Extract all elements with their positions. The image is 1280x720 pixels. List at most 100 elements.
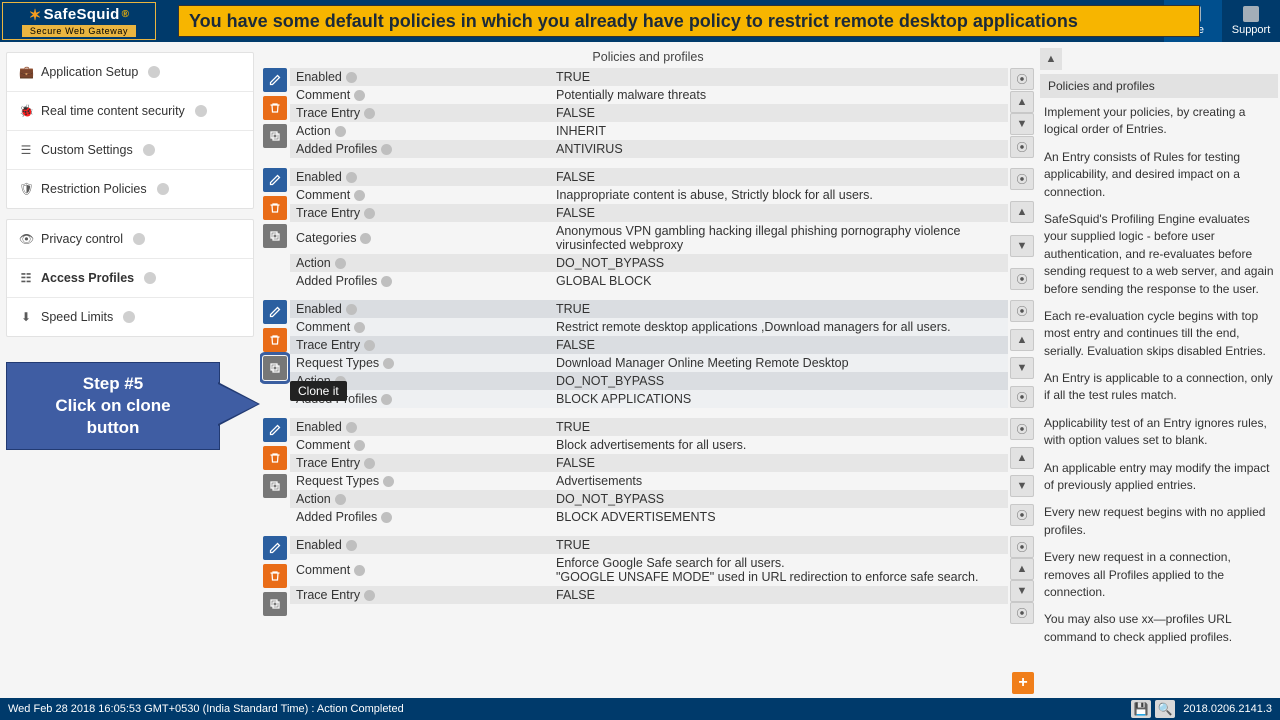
info-icon [335, 126, 346, 137]
sidebar-item-restriction-policies[interactable]: 🛡Restriction Policies [7, 169, 253, 208]
move-down-button[interactable]: ▼ [1010, 357, 1034, 379]
info-icon [346, 540, 357, 551]
row-value: TRUE [550, 536, 1008, 554]
table-row: Trace Entry FALSE [290, 586, 1008, 604]
row-value: Anonymous VPN gambling hacking illegal p… [550, 222, 1008, 254]
move-up-button[interactable]: ▲ [1010, 91, 1034, 113]
sidebar-item-application-setup[interactable]: 💼Application Setup [7, 53, 253, 91]
info-icon [364, 590, 375, 601]
help-paragraph: Every new request in a connection, remov… [1044, 549, 1274, 601]
row-label: Enabled [290, 536, 550, 554]
main: Policies and profiles Enabled TRUECommen… [260, 42, 1280, 698]
info-icon [157, 183, 169, 195]
briefcase-icon: 💼 [19, 65, 33, 79]
table-row: Trace Entry FALSE [290, 104, 1008, 122]
table-row: Request Types Download Manager Online Me… [290, 354, 1008, 372]
content: Policies and profiles Enabled TRUECommen… [260, 48, 1036, 698]
footer-version: 2018.0206.2141.3 [1183, 703, 1272, 715]
footer-save-button[interactable]: 💾 [1131, 700, 1151, 718]
move-down-button[interactable]: ▼ [1010, 113, 1034, 135]
delete-button[interactable] [263, 328, 287, 352]
move-up-button[interactable]: ▲ [1010, 447, 1034, 469]
entries-list: Enabled TRUEComment Potentially malware … [260, 68, 1036, 676]
row-value: FALSE [550, 204, 1008, 222]
move-top-button[interactable]: ⦿ [1010, 300, 1034, 322]
info-icon [123, 311, 135, 323]
sidebar-panel-1: 👁Privacy control ☷ Access Profiles ⬇Speed… [6, 219, 254, 337]
support-button[interactable]: Support [1222, 0, 1280, 42]
help-collapse-button[interactable]: ▲ [1040, 48, 1062, 70]
move-bottom-button[interactable]: ⦿ [1010, 268, 1034, 290]
move-bottom-button[interactable]: ⦿ [1010, 504, 1034, 526]
sidebar-item-privacy-control[interactable]: 👁Privacy control [7, 220, 253, 258]
info-icon [144, 272, 156, 284]
row-value: FALSE [550, 104, 1008, 122]
sidebar-item-custom-settings[interactable]: ☰Custom Settings [7, 130, 253, 169]
list-icon: ☷ [19, 271, 33, 285]
policy-entry: Enabled TRUEComment Enforce Google Safe … [260, 536, 1036, 624]
info-icon [335, 494, 346, 505]
row-label: Enabled [290, 168, 550, 186]
row-value: FALSE [550, 454, 1008, 472]
move-bottom-button[interactable]: ⦿ [1010, 602, 1034, 624]
add-entry-button[interactable]: + [1012, 672, 1034, 694]
table-row: Enabled TRUE [290, 536, 1008, 554]
move-up-button[interactable]: ▲ [1010, 201, 1034, 223]
delete-button[interactable] [263, 446, 287, 470]
edit-button[interactable] [263, 418, 287, 442]
move-top-button[interactable]: ⦿ [1010, 168, 1034, 190]
row-label: Trace Entry [290, 204, 550, 222]
row-label: Trace Entry [290, 336, 550, 354]
delete-button[interactable] [263, 96, 287, 120]
move-up-button[interactable]: ▲ [1010, 329, 1034, 351]
row-label: Trace Entry [290, 454, 550, 472]
move-down-button[interactable]: ▼ [1010, 580, 1034, 602]
policy-entry: Enabled TRUEComment Potentially malware … [260, 68, 1036, 158]
move-up-button[interactable]: ▲ [1010, 558, 1034, 580]
clone-button[interactable] [263, 356, 287, 380]
move-down-button[interactable]: ▼ [1010, 475, 1034, 497]
edit-button[interactable] [263, 300, 287, 324]
row-label: Action [290, 122, 550, 140]
row-value: BLOCK APPLICATIONS [550, 390, 1008, 408]
edit-button[interactable] [263, 536, 287, 560]
policy-entry: Enabled FALSEComment Inappropriate conte… [260, 168, 1036, 290]
info-icon [381, 144, 392, 155]
clone-button[interactable] [263, 592, 287, 616]
row-label: Request Types [290, 354, 550, 372]
clone-button[interactable] [263, 124, 287, 148]
move-bottom-button[interactable]: ⦿ [1010, 136, 1034, 158]
sidebar-item-access-profiles[interactable]: ☷ Access Profiles [7, 258, 253, 297]
row-value: Potentially malware threats [550, 86, 1008, 104]
edit-button[interactable] [263, 168, 287, 192]
sidebar-item-real-time-content-security[interactable]: 🐞Real time content security [7, 91, 253, 130]
row-value: INHERIT [550, 122, 1008, 140]
move-top-button[interactable]: ⦿ [1010, 68, 1034, 90]
row-label: Added Profiles [290, 140, 550, 158]
info-icon [360, 233, 371, 244]
clone-button[interactable] [263, 224, 287, 248]
table-row: Added Profiles GLOBAL BLOCK [290, 272, 1008, 290]
sidebar-item-speed-limits[interactable]: ⬇Speed Limits [7, 297, 253, 336]
callout-line2: Click on clone [13, 395, 213, 417]
sidebar-panel-0: 💼Application Setup 🐞Real time content se… [6, 52, 254, 209]
info-icon [335, 258, 346, 269]
row-value: Enforce Google Safe search for all users… [550, 554, 1008, 586]
move-down-button[interactable]: ▼ [1010, 235, 1034, 257]
move-top-button[interactable]: ⦿ [1010, 418, 1034, 440]
row-label: Request Types [290, 472, 550, 490]
callout-line3: button [13, 417, 213, 439]
move-top-button[interactable]: ⦿ [1010, 536, 1034, 558]
sidebar-item-label: Access Profiles [41, 271, 134, 285]
delete-button[interactable] [263, 564, 287, 588]
move-bottom-button[interactable]: ⦿ [1010, 386, 1034, 408]
footer-search-button[interactable]: 🔍 [1155, 700, 1175, 718]
step-callout-box: Step #5 Click on clone button [6, 362, 220, 450]
clone-button[interactable] [263, 474, 287, 498]
edit-button[interactable] [263, 68, 287, 92]
help-paragraph: You may also use xx—profiles URL command… [1044, 611, 1274, 646]
row-value: Download Manager Online Meeting Remote D… [550, 354, 1008, 372]
info-icon [354, 90, 365, 101]
delete-button[interactable] [263, 196, 287, 220]
info-icon [381, 276, 392, 287]
